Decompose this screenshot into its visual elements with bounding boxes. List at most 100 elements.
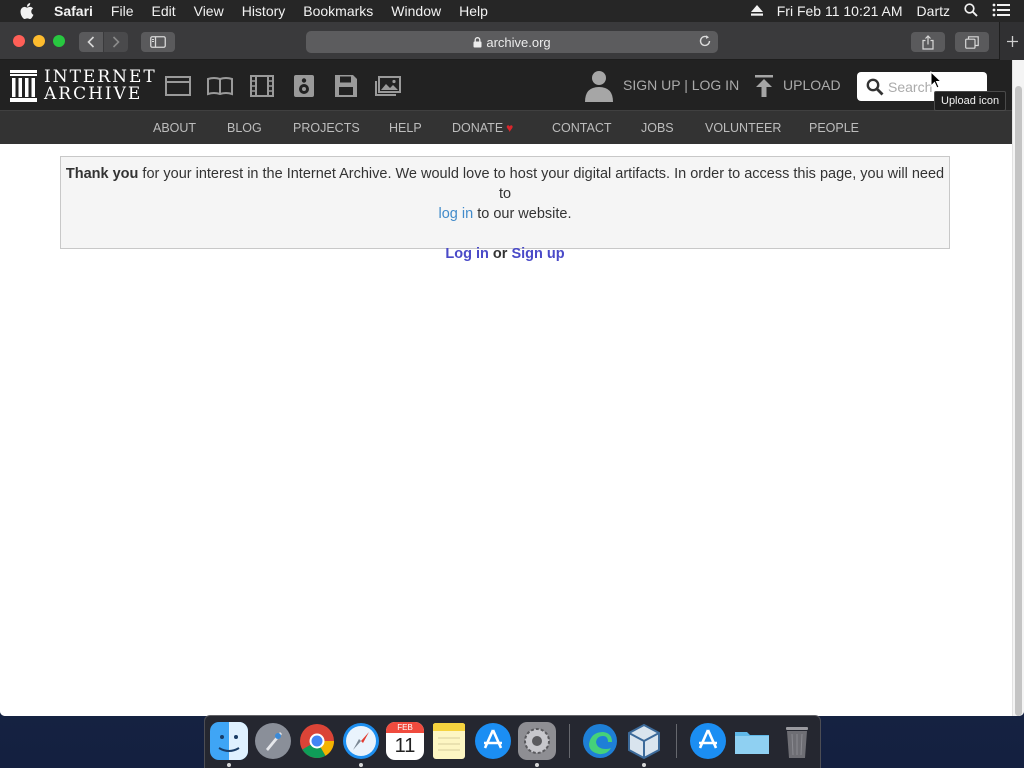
menu-history[interactable]: History — [242, 3, 286, 19]
safari-app-icon[interactable] — [342, 722, 380, 760]
texts-book-icon[interactable] — [207, 74, 233, 98]
vertical-scrollbar[interactable] — [1012, 60, 1024, 716]
sidebar-icon — [150, 36, 166, 48]
menu-bookmarks[interactable]: Bookmarks — [303, 3, 373, 19]
plus-icon — [1006, 35, 1018, 47]
spotlight-icon[interactable] — [964, 2, 978, 20]
lock-icon — [473, 36, 482, 48]
upload-tooltip: Upload icon — [934, 91, 1007, 111]
trash-icon[interactable] — [778, 722, 816, 760]
user-avatar-icon[interactable] — [585, 70, 613, 102]
new-tab-button[interactable] — [999, 22, 1024, 60]
menu-window[interactable]: Window — [391, 3, 441, 19]
back-button[interactable] — [79, 32, 103, 52]
nav-projects[interactable]: PROJECTS — [293, 121, 360, 135]
edge-app-icon[interactable] — [581, 722, 619, 760]
or-text: or — [488, 246, 512, 262]
share-icon — [922, 34, 934, 50]
app-store-downloads-icon[interactable] — [689, 722, 727, 760]
nav-blog[interactable]: BLOG — [227, 121, 262, 135]
minimize-window-button[interactable] — [33, 35, 45, 47]
menubar-user[interactable]: Dartz — [917, 3, 950, 19]
virtualbox-running-dot — [642, 763, 646, 767]
nav-donate[interactable]: DONATE ♥ — [452, 121, 513, 135]
ia-logo-line2: ARCHIVE — [44, 84, 143, 104]
notice-text-1: for your interest in the Internet Archiv… — [138, 166, 945, 202]
web-archive-icon[interactable] — [165, 74, 191, 98]
ia-nav: ABOUT BLOG PROJECTS HELP DONATE ♥ CONTACT… — [0, 110, 1024, 144]
downloads-folder-icon[interactable] — [733, 722, 771, 760]
video-film-icon[interactable] — [249, 74, 275, 98]
notice-text-2: to our website. — [473, 206, 572, 222]
launchpad-app-icon[interactable] — [254, 722, 292, 760]
ia-temple-icon — [10, 70, 37, 102]
chevron-right-icon — [112, 36, 120, 48]
zoom-window-button[interactable] — [53, 35, 65, 47]
notice-message: Thank you for your interest in the Inter… — [61, 164, 949, 224]
ia-logo[interactable]: INTERNET ARCHIVE — [10, 69, 157, 103]
safari-running-dot — [359, 763, 363, 767]
nav-contact[interactable]: CONTACT — [552, 121, 612, 135]
address-bar[interactable]: archive.org — [306, 31, 718, 53]
notice-login-link[interactable]: log in — [439, 206, 474, 222]
menubar-clock[interactable]: Fri Feb 11 10:21 AM — [777, 3, 903, 19]
menu-edit[interactable]: Edit — [151, 3, 175, 19]
virtualbox-app-icon[interactable] — [625, 722, 663, 760]
signup-login-link[interactable]: SIGN UP | LOG IN — [623, 77, 739, 93]
control-center-icon[interactable] — [992, 3, 1010, 20]
system-preferences-icon[interactable] — [518, 722, 556, 760]
finder-app-icon[interactable] — [210, 722, 248, 760]
notes-app-icon[interactable] — [430, 722, 468, 760]
apple-menu-icon[interactable] — [20, 3, 36, 19]
calendar-app-icon[interactable]: FEB 11 — [386, 722, 424, 760]
chrome-app-icon[interactable] — [298, 722, 336, 760]
software-floppy-icon[interactable] — [333, 74, 359, 98]
login-required-notice: Thank you for your interest in the Inter… — [60, 156, 950, 262]
ia-header: INTERNET ARCHIVE SIGN UP | LOG IN UPLOAD… — [0, 60, 1024, 110]
eject-icon[interactable] — [750, 3, 763, 19]
images-icon[interactable] — [375, 74, 401, 98]
app-store-icon[interactable] — [474, 722, 512, 760]
mouse-pointer-icon — [930, 70, 943, 94]
chevron-left-icon — [87, 36, 95, 48]
nav-people[interactable]: PEOPLE — [809, 121, 859, 135]
heart-icon: ♥ — [506, 121, 514, 135]
calendar-day: 11 — [394, 735, 416, 757]
scrollbar-thumb[interactable] — [1015, 86, 1022, 716]
menu-file[interactable]: File — [111, 3, 134, 19]
menu-help[interactable]: Help — [459, 3, 488, 19]
search-icon[interactable] — [866, 78, 884, 96]
notice-lead: Thank you — [65, 166, 139, 182]
audio-speaker-icon[interactable] — [291, 74, 317, 98]
url-text: archive.org — [486, 34, 551, 50]
share-button[interactable] — [911, 32, 945, 52]
nav-jobs[interactable]: JOBS — [641, 121, 674, 135]
menu-app-safari[interactable]: Safari — [54, 3, 93, 19]
nav-volunteer[interactable]: VOLUNTEER — [705, 121, 781, 135]
reload-icon[interactable] — [698, 34, 712, 48]
finder-running-dot — [227, 763, 231, 767]
macos-dock: FEB 11 — [204, 715, 821, 768]
nav-about[interactable]: ABOUT — [153, 121, 196, 135]
tab-overview-button[interactable] — [955, 32, 989, 52]
dock-separator — [676, 724, 677, 758]
nav-help[interactable]: HELP — [389, 121, 422, 135]
dock-separator — [569, 724, 570, 758]
nav-donate-label: DONATE — [452, 121, 504, 135]
menu-view[interactable]: View — [194, 3, 224, 19]
tab-overview-icon — [965, 35, 979, 49]
sidebar-toggle-button[interactable] — [141, 32, 175, 52]
calendar-month: FEB — [386, 722, 424, 733]
upload-icon[interactable] — [755, 75, 773, 102]
macos-menubar: Safari File Edit View History Bookmarks … — [0, 0, 1024, 22]
upload-link[interactable]: UPLOAD — [783, 77, 841, 93]
page-content: Thank you for your interest in the Inter… — [0, 144, 1012, 716]
safari-window: archive.org INTERNET ARCHIVE SIGN UP | L… — [0, 22, 1024, 716]
notice-actions: Log in or Sign up — [61, 244, 949, 264]
close-window-button[interactable] — [13, 35, 25, 47]
safari-toolbar: archive.org — [0, 22, 1024, 60]
login-action-link[interactable]: Log in — [445, 246, 489, 262]
forward-button[interactable] — [104, 32, 128, 52]
signup-action-link[interactable]: Sign up — [511, 246, 564, 262]
system-preferences-running-dot — [535, 763, 539, 767]
